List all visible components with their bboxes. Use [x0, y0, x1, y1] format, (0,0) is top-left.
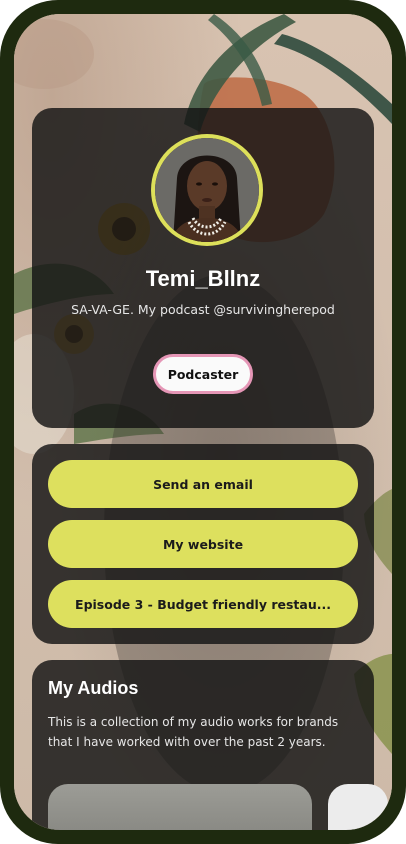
send-email-button[interactable]: Send an email: [48, 460, 358, 508]
profile-card: Temi_Bllnz SA-VA-GE. My podcast @survivi…: [32, 108, 374, 428]
profile-bio: SA-VA-GE. My podcast @survivingherepod: [71, 302, 335, 317]
avatar[interactable]: [151, 134, 263, 246]
audio-item-thumbnail[interactable]: [48, 784, 312, 830]
audios-card: My Audios This is a collection of my aud…: [32, 660, 388, 830]
website-button[interactable]: My website: [48, 520, 358, 568]
screen: Temi_Bllnz SA-VA-GE. My podcast @survivi…: [14, 14, 392, 830]
links-card: Send an email My website Episode 3 - Bud…: [32, 444, 374, 644]
profile-tag-button[interactable]: Podcaster: [153, 354, 253, 394]
episode-link-button[interactable]: Episode 3 - Budget friendly restau...: [48, 580, 358, 628]
phone-frame: Temi_Bllnz SA-VA-GE. My podcast @survivi…: [0, 0, 406, 844]
profile-username: Temi_Bllnz: [145, 266, 261, 291]
audio-item-thumbnail[interactable]: [328, 784, 388, 830]
avatar-image: [155, 138, 259, 242]
audios-description: This is a collection of my audio works f…: [48, 715, 339, 749]
audios-title: My Audios: [48, 678, 139, 698]
